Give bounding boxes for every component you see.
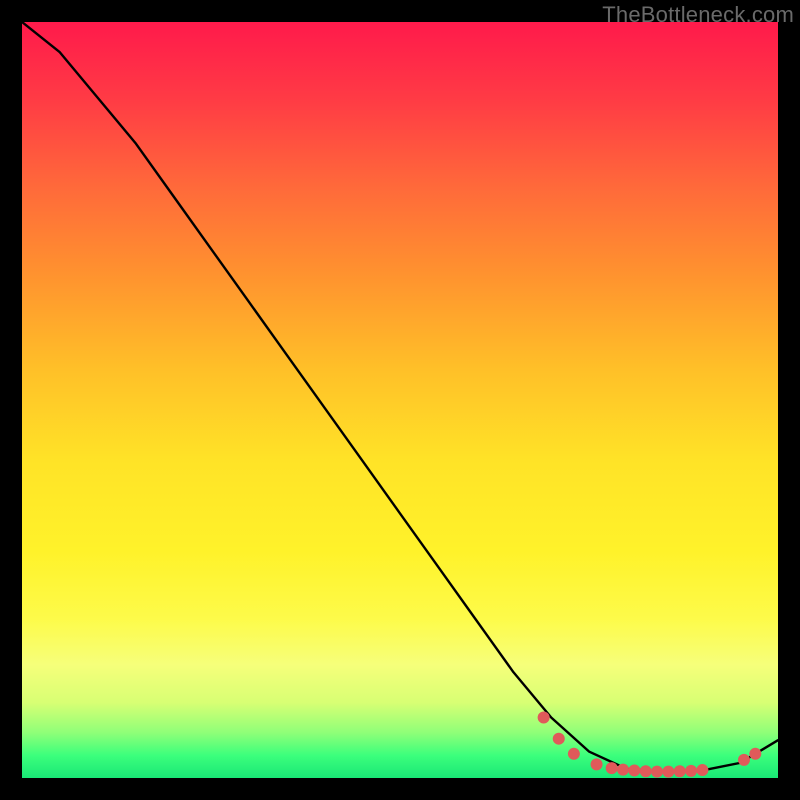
data-point-marker — [696, 764, 708, 776]
data-point-marker — [591, 758, 603, 770]
data-point-marker — [568, 748, 580, 760]
plot-area — [22, 22, 778, 778]
bottleneck-chart-svg — [22, 22, 778, 778]
data-point-marker — [674, 765, 686, 777]
watermark-text: TheBottleneck.com — [602, 2, 794, 28]
data-point-marker — [685, 765, 697, 777]
data-point-marker — [538, 712, 550, 724]
data-point-marker — [553, 733, 565, 745]
chart-container: TheBottleneck.com — [0, 0, 800, 800]
data-point-marker — [617, 764, 629, 776]
data-point-marker — [662, 766, 674, 778]
data-point-marker — [606, 762, 618, 774]
data-point-marker — [640, 765, 652, 777]
bottleneck-curve — [22, 22, 778, 772]
data-point-marker — [651, 766, 663, 778]
data-point-marker — [628, 764, 640, 776]
data-point-marker — [749, 748, 761, 760]
data-point-markers — [538, 712, 762, 778]
data-point-marker — [738, 754, 750, 766]
